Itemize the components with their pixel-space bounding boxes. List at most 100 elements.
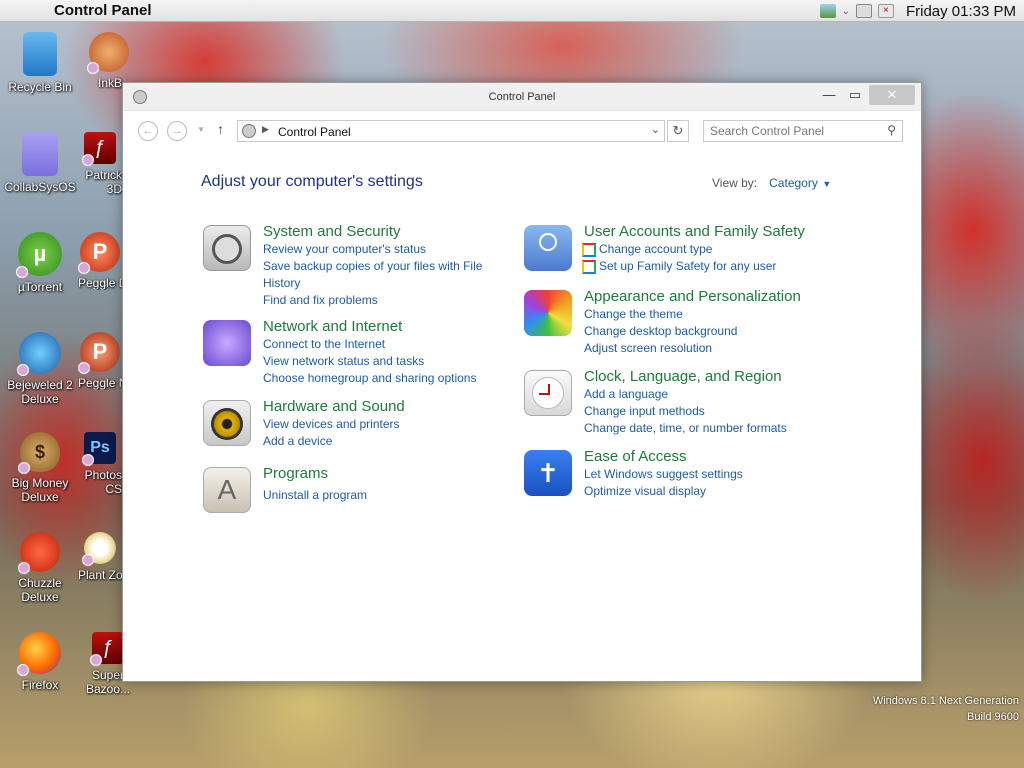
category-appearance: Appearance and Personalization Change th… xyxy=(524,288,884,357)
desktop-icon-firefox[interactable]: Firefox xyxy=(0,632,80,692)
desktop-icon-bejeweled[interactable]: Bejeweled 2 Deluxe xyxy=(0,332,80,406)
category-title-clock-language[interactable]: Clock, Language, and Region xyxy=(584,368,884,386)
view-by-dropdown[interactable]: Category xyxy=(769,176,818,190)
view-by: View by: Category ▼ xyxy=(712,176,831,190)
breadcrumb-control-panel[interactable]: Control Panel xyxy=(278,125,351,139)
control-panel-small-icon xyxy=(242,124,256,138)
bejeweled-icon xyxy=(17,332,61,376)
network-tray-icon[interactable] xyxy=(819,4,836,18)
tray-expand-icon[interactable]: ⌄ xyxy=(842,6,850,17)
link-family-safety[interactable]: Set up Family Safety for any user xyxy=(582,258,884,275)
search-box[interactable]: ⚲ xyxy=(703,120,903,142)
link-save-backup[interactable]: Save backup copies of your files with Fi… xyxy=(263,258,523,275)
link-screen-resolution[interactable]: Adjust screen resolution xyxy=(584,340,884,357)
desktop-icon-utorrent[interactable]: µ µTorrent xyxy=(0,232,80,294)
minimize-button[interactable]: — xyxy=(817,85,841,105)
refresh-button[interactable]: ↻ xyxy=(667,120,689,142)
utorrent-icon: µ xyxy=(16,232,62,278)
safe-icon[interactable] xyxy=(203,225,251,271)
uac-shield-icon xyxy=(582,259,596,274)
volume-muted-icon[interactable]: × xyxy=(877,4,894,18)
network-globe-icon[interactable] xyxy=(203,320,251,366)
desktop-icon-big-money[interactable]: $ Big Money Deluxe xyxy=(0,432,80,504)
link-change-account-type[interactable]: Change account type xyxy=(582,241,884,258)
desktop-icon-collabsysos[interactable]: CollabSysOS xyxy=(0,132,80,194)
address-dropdown-icon[interactable]: ⌄ xyxy=(651,123,660,136)
peggle-nights-icon: P xyxy=(78,332,120,374)
recent-locations-dropdown[interactable]: ▼ xyxy=(197,125,205,134)
peggle-icon: P xyxy=(78,232,120,274)
view-by-label: View by: xyxy=(712,176,758,190)
breadcrumb-separator-icon[interactable]: ▶ xyxy=(262,124,269,135)
link-date-time-formats[interactable]: Change date, time, or number formats xyxy=(584,420,884,437)
desktop-icon-recycle-bin[interactable]: Recycle Bin xyxy=(0,32,80,94)
category-title-ease-of-access[interactable]: Ease of Access xyxy=(584,448,884,466)
desktop-icon-plants-zombies[interactable]: Plant Zomb... xyxy=(78,532,122,582)
category-title-hardware-sound[interactable]: Hardware and Sound xyxy=(263,398,523,416)
inkscape-icon xyxy=(87,32,129,74)
category-clock-language: Clock, Language, and Region Add a langua… xyxy=(524,368,884,437)
link-network-status[interactable]: View network status and tasks xyxy=(263,353,523,370)
category-title-appearance[interactable]: Appearance and Personalization xyxy=(584,288,884,306)
desktop-icon-chuzzle[interactable]: Chuzzle Deluxe xyxy=(0,532,80,604)
navigation-toolbar: ← → ▼ ↑ ▶ Control Panel ⌄ ↻ ⚲ xyxy=(123,113,921,151)
address-bar[interactable]: ▶ Control Panel ⌄ xyxy=(237,120,665,142)
flower-icon xyxy=(82,532,116,566)
chuzzle-icon xyxy=(18,532,60,574)
link-save-backup-history[interactable]: History xyxy=(263,275,523,292)
up-button[interactable]: ↑ xyxy=(217,121,224,137)
link-find-fix[interactable]: Find and fix problems xyxy=(263,292,523,309)
appearance-icon[interactable] xyxy=(524,290,572,336)
flag-tray-icon[interactable] xyxy=(855,4,872,18)
firefox-icon xyxy=(17,632,61,676)
category-system-security: System and Security Review your computer… xyxy=(203,223,523,309)
link-review-status[interactable]: Review your computer's status xyxy=(263,241,523,258)
link-optimize-display[interactable]: Optimize visual display xyxy=(584,483,884,500)
desktop-icon-peggle-nights[interactable]: P Peggle N... Delu... xyxy=(78,332,122,390)
link-connect-internet[interactable]: Connect to the Internet xyxy=(263,336,523,353)
search-icon[interactable]: ⚲ xyxy=(887,123,896,137)
link-homegroup[interactable]: Choose homegroup and sharing options xyxy=(263,370,523,387)
link-uninstall-program[interactable]: Uninstall a program xyxy=(263,487,523,504)
desktop-icon-photoshop[interactable]: Ps Photos CS xyxy=(78,432,122,496)
user-accounts-icon[interactable] xyxy=(524,225,572,271)
window-title: Control Panel xyxy=(488,91,556,103)
clock-icon[interactable] xyxy=(524,370,572,416)
speaker-icon[interactable] xyxy=(203,400,251,446)
menubar-clock[interactable]: Friday 01:33 PM xyxy=(906,3,1016,20)
category-title-user-accounts[interactable]: User Accounts and Family Safety xyxy=(584,223,884,241)
category-title-programs[interactable]: Programs xyxy=(263,465,523,483)
os-watermark: Windows 8.1 Next Generation Build 9600 xyxy=(872,695,1019,723)
link-add-language[interactable]: Add a language xyxy=(584,386,884,403)
desktop-icon-patrick[interactable]: ƒ Patrick 3D xyxy=(78,132,122,196)
window-titlebar[interactable]: Control Panel — ▭ ✕ xyxy=(123,83,921,111)
link-suggest-settings[interactable]: Let Windows suggest settings xyxy=(584,466,884,483)
maximize-button[interactable]: ▭ xyxy=(843,85,867,105)
category-title-network-internet[interactable]: Network and Internet xyxy=(263,318,523,336)
uac-shield-icon xyxy=(582,242,596,257)
desktop-icon-peggle[interactable]: P Peggle D... xyxy=(78,232,122,290)
programs-icon[interactable]: A xyxy=(203,467,251,513)
link-input-methods[interactable]: Change input methods xyxy=(584,403,884,420)
link-change-theme[interactable]: Change the theme xyxy=(584,306,884,323)
category-programs: A Programs Uninstall a program xyxy=(203,465,523,513)
photoshop-icon: Ps xyxy=(82,432,116,466)
system-tray: ⌄ × Friday 01:33 PM xyxy=(819,0,1016,22)
category-ease-of-access: ✝ Ease of Access Let Windows suggest set… xyxy=(524,448,884,500)
active-app-title[interactable]: Control Panel xyxy=(54,2,152,19)
recycle-bin-icon xyxy=(23,32,57,76)
close-button[interactable]: ✕ xyxy=(869,85,915,105)
accessibility-icon[interactable]: ✝ xyxy=(524,450,572,496)
money-bag-icon: $ xyxy=(18,432,60,474)
category-title-system-security[interactable]: System and Security xyxy=(263,223,523,241)
view-by-caret-icon[interactable]: ▼ xyxy=(820,179,831,189)
flash-icon: ƒ xyxy=(82,132,116,166)
back-button[interactable]: ← xyxy=(138,121,158,141)
link-devices-printers[interactable]: View devices and printers xyxy=(263,416,523,433)
control-panel-window: Control Panel — ▭ ✕ ← → ▼ ↑ ▶ Control Pa… xyxy=(122,82,922,682)
forward-button[interactable]: → xyxy=(167,121,187,141)
search-input[interactable] xyxy=(704,121,874,141)
collabsysos-icon xyxy=(22,132,58,176)
link-change-background[interactable]: Change desktop background xyxy=(584,323,884,340)
link-add-device[interactable]: Add a device xyxy=(263,433,523,450)
